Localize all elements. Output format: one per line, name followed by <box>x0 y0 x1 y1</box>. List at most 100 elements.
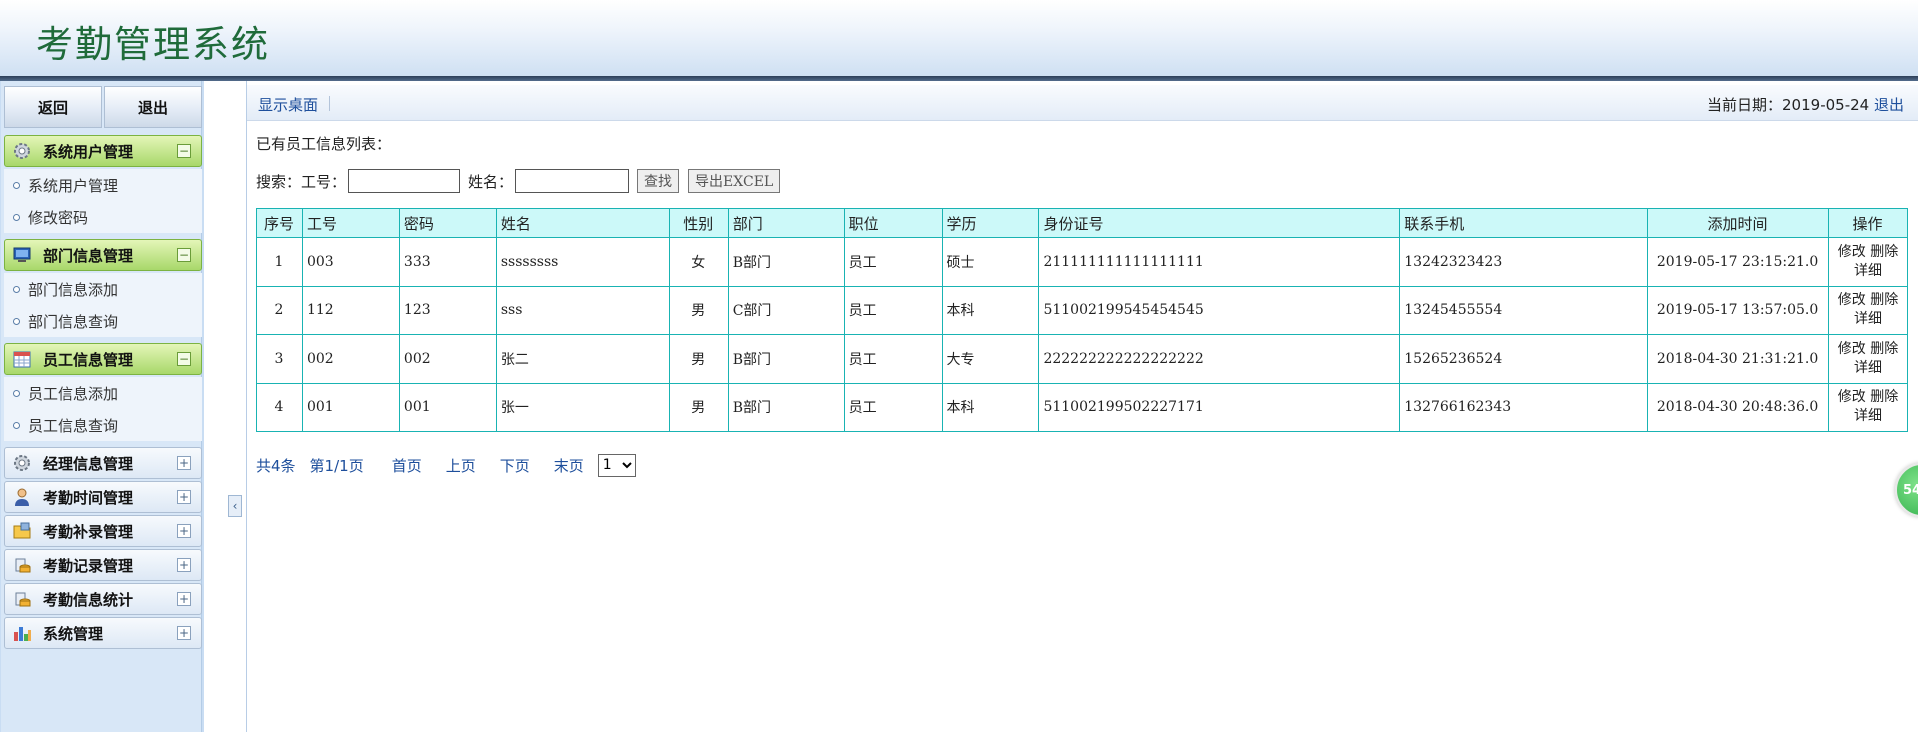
table-cell: 13242323423 <box>1399 237 1649 287</box>
row-actions: 修改 删除详细 <box>1828 237 1908 287</box>
menu-group-label: 系统管理 <box>43 624 104 643</box>
expand-icon[interactable]: + <box>177 490 191 504</box>
database-icon <box>11 588 33 610</box>
menu-group-header[interactable]: 考勤时间管理 + <box>4 481 202 513</box>
show-desktop-link[interactable]: 显示桌面 <box>258 94 318 115</box>
delete-link[interactable]: 删除 <box>1870 389 1898 405</box>
employee-table: 序号 工号 密码 姓名 性别 部门 职位 学历 身份证号 联系手机 添加时间 操… <box>256 208 1908 432</box>
column-header: 姓名 <box>495 208 670 238</box>
menu-sub-item[interactable]: 系统用户管理 <box>4 169 202 201</box>
table-cell: 2019-05-17 13:57:05.0 <box>1647 285 1829 335</box>
menu-sub-item[interactable]: 修改密码 <box>4 201 202 233</box>
menu-group-header[interactable]: 系统管理 + <box>4 617 202 649</box>
bullet-icon <box>13 421 20 429</box>
table-cell: 本科 <box>941 382 1040 432</box>
next-page-link[interactable]: 下页 <box>500 455 530 476</box>
delete-link[interactable]: 删除 <box>1870 244 1898 260</box>
page-select[interactable]: 1 <box>597 453 636 477</box>
menu-group-header[interactable]: 经理信息管理 + <box>4 447 202 479</box>
find-button[interactable]: 查找 <box>637 169 680 193</box>
logout-link[interactable]: 退出 <box>1874 96 1904 114</box>
table-cell: 男 <box>668 382 729 432</box>
expand-icon[interactable]: + <box>177 592 191 606</box>
first-page-link[interactable]: 首页 <box>392 455 422 476</box>
gear-icon <box>11 140 33 162</box>
collapse-icon[interactable]: − <box>177 352 191 366</box>
menu-group-header[interactable]: 系统用户管理 − <box>4 135 202 167</box>
expand-icon[interactable]: + <box>177 558 191 572</box>
menu-group-header[interactable]: 考勤记录管理 + <box>4 549 202 581</box>
delete-link[interactable]: 删除 <box>1870 292 1898 308</box>
column-header: 身份证号 <box>1038 208 1401 238</box>
column-header: 部门 <box>727 208 845 238</box>
detail-link[interactable]: 详细 <box>1854 263 1882 279</box>
table-cell: B部门 <box>727 382 845 432</box>
sidebar: 返回 退出 系统用户管理 − 系统用户管理 修改密码 部门信息管理 − 部门信息添加 部门信息… <box>0 81 204 732</box>
menu-group-header[interactable]: 考勤信息统计 + <box>4 583 202 615</box>
expand-icon[interactable]: + <box>177 456 191 470</box>
edit-link[interactable]: 修改 <box>1838 341 1866 357</box>
expand-icon[interactable]: + <box>177 524 191 538</box>
menu-sub-item[interactable]: 员工信息查询 <box>4 409 202 441</box>
detail-link[interactable]: 详细 <box>1854 311 1882 327</box>
detail-link[interactable]: 详细 <box>1854 360 1882 376</box>
prev-page-link[interactable]: 上页 <box>446 455 476 476</box>
bullet-icon <box>13 285 20 293</box>
menu-sub-item[interactable]: 部门信息添加 <box>4 273 202 305</box>
column-header: 职位 <box>843 208 943 238</box>
menu-sub-item[interactable]: 部门信息查询 <box>4 305 202 337</box>
bar-chart-icon <box>11 622 33 644</box>
bullet-icon <box>13 317 20 325</box>
table-cell: 112 <box>301 285 400 335</box>
bullet-icon <box>13 389 20 397</box>
menu-group-label: 系统用户管理 <box>43 142 134 161</box>
edit-link[interactable]: 修改 <box>1838 389 1866 405</box>
table-cell: ssssssss <box>495 237 670 287</box>
delete-link[interactable]: 删除 <box>1870 341 1898 357</box>
menu-group-header[interactable]: 部门信息管理 − <box>4 239 202 271</box>
floating-badge-text: 54 <box>1903 482 1918 498</box>
detail-link[interactable]: 详细 <box>1854 408 1882 424</box>
edit-link[interactable]: 修改 <box>1838 292 1866 308</box>
menu-sub-list: 系统用户管理 修改密码 <box>4 169 202 233</box>
menu-group-label: 考勤信息统计 <box>43 590 134 609</box>
menu-group-label: 考勤补录管理 <box>43 522 134 541</box>
search-label: 搜索： <box>256 172 302 191</box>
table-body: 1 003 333 ssssssss 女 B部门 员工 硕士 21111111111111111… <box>256 237 1908 432</box>
expand-icon[interactable]: + <box>177 626 191 640</box>
menu-sub-item-label: 部门信息添加 <box>28 280 119 299</box>
collapse-icon[interactable]: − <box>177 144 191 158</box>
menu-sub-item[interactable]: 员工信息添加 <box>4 377 202 409</box>
table-cell: 2 <box>256 285 303 335</box>
last-page-link[interactable]: 末页 <box>554 455 584 476</box>
table-cell: 员工 <box>843 334 943 384</box>
export-excel-button[interactable]: 导出EXCEL <box>688 169 781 193</box>
menu-group-label: 部门信息管理 <box>43 246 134 265</box>
table-cell: B部门 <box>727 237 845 287</box>
calendar-icon <box>11 348 33 370</box>
user-icon <box>11 486 33 508</box>
menu-sub-item-label: 部门信息查询 <box>28 312 119 331</box>
table-cell: 2018-04-30 21:31:21.0 <box>1647 334 1829 384</box>
table-row: 3 002 002 张二男 B部门 员工 大专 222222222222222222 15265… <box>256 334 1908 384</box>
table-cell: 4 <box>256 382 303 432</box>
collapse-icon[interactable]: − <box>177 248 191 262</box>
app-header: 考勤管理系统 <box>0 0 1918 76</box>
main-content: 显示桌面 当前日期：2019-05-24 退出 已有员工信息列表： 搜索： 工号… <box>247 81 1918 732</box>
column-header: 学历 <box>941 208 1040 238</box>
edit-link[interactable]: 修改 <box>1838 244 1866 260</box>
menu-group-header[interactable]: 考勤补录管理 + <box>4 515 202 547</box>
employee-id-input[interactable] <box>348 169 461 193</box>
row-actions: 修改 删除详细 <box>1828 334 1908 384</box>
back-button[interactable]: 返回 <box>4 86 102 128</box>
exit-button[interactable]: 退出 <box>104 86 202 128</box>
pagination: 共4条 第1/1页 首页 上页 下页 末页 1 <box>256 453 636 477</box>
table-cell: 15265236524 <box>1399 334 1649 384</box>
employee-name-input[interactable] <box>515 169 630 193</box>
sidebar-collapse-button[interactable]: ‹ <box>228 495 242 517</box>
database-icon <box>11 554 33 576</box>
table-cell: 2018-04-30 20:48:36.0 <box>1647 382 1829 432</box>
table-cell: 女 <box>668 237 729 287</box>
toolbar-separator <box>329 96 330 111</box>
menu-group-header[interactable]: 员工信息管理 − <box>4 343 202 375</box>
